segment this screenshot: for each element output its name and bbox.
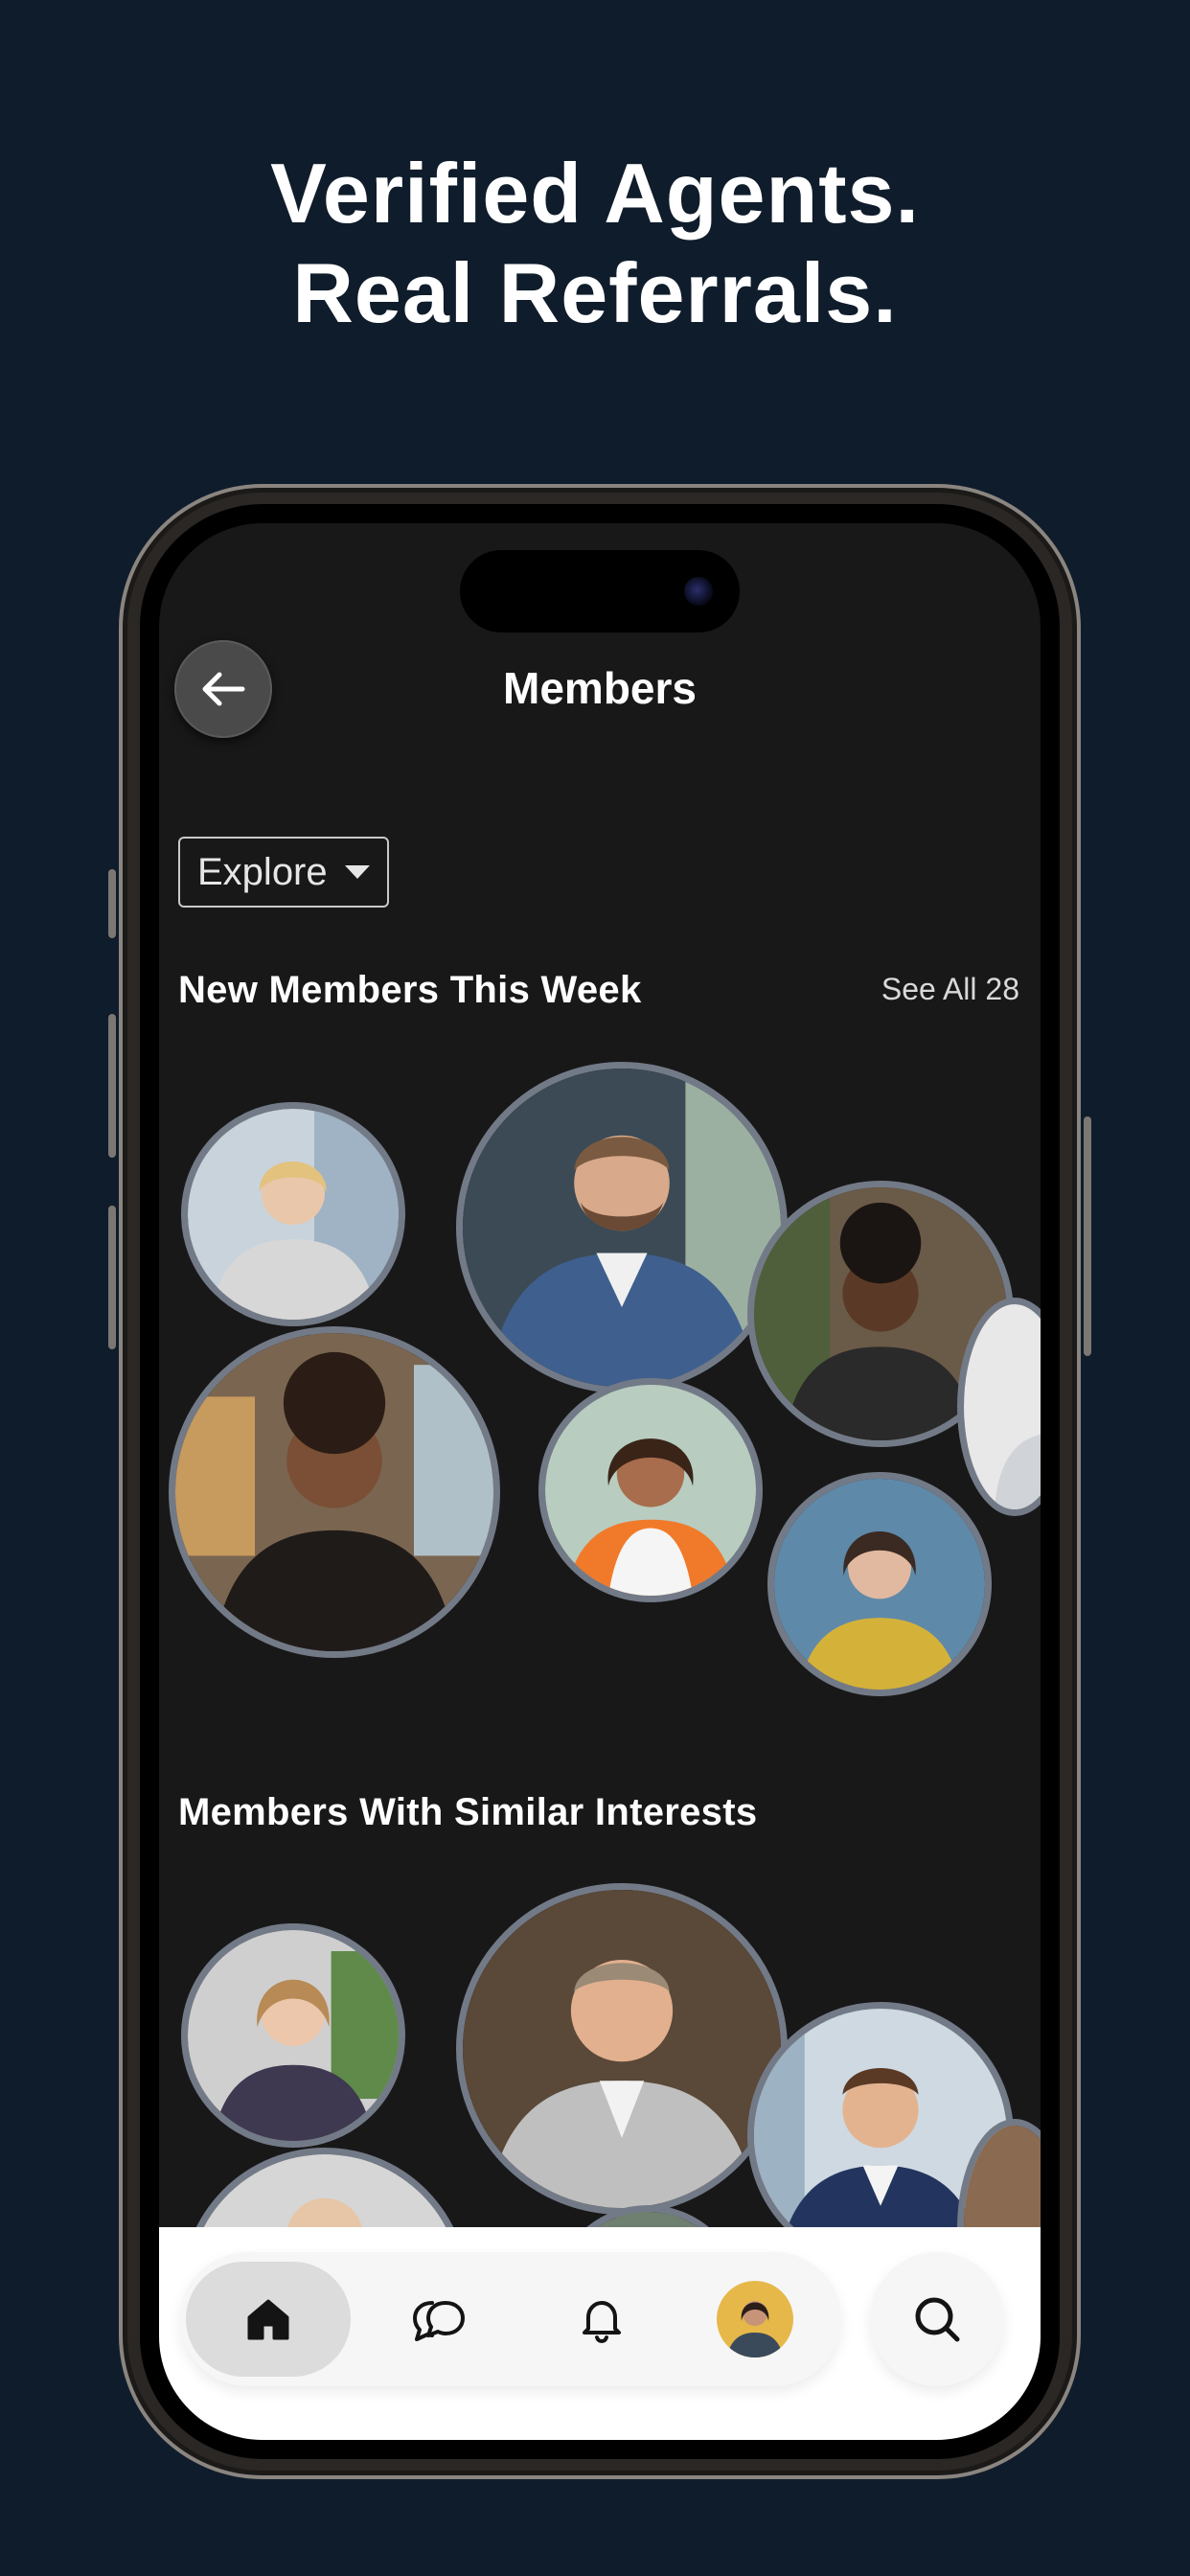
tab-notifications[interactable]	[544, 2262, 659, 2377]
front-camera	[684, 577, 713, 606]
tab-messages[interactable]	[381, 2262, 496, 2377]
section-title-new-members: New Members This Week	[178, 969, 642, 1011]
tab-home[interactable]	[186, 2262, 351, 2377]
member-avatar[interactable]	[767, 1472, 992, 1696]
see-all-link[interactable]: See All 28	[881, 972, 1019, 1007]
member-avatar[interactable]	[181, 1102, 405, 1326]
profile-avatar	[717, 2281, 793, 2358]
headline-line-2: Real Referrals.	[292, 245, 898, 340]
headline-line-1: Verified Agents.	[270, 146, 920, 241]
member-photo	[545, 1385, 756, 1596]
search-button[interactable]	[870, 2252, 1004, 2386]
phone-volume-down-button	[108, 1206, 116, 1349]
explore-label: Explore	[197, 850, 328, 893]
bottom-bar	[159, 2227, 1041, 2440]
tab-profile[interactable]	[698, 2262, 812, 2377]
marketing-headline: Verified Agents. Real Referrals.	[0, 144, 1190, 343]
chat-bubbles-icon	[413, 2301, 465, 2341]
member-avatar[interactable]	[181, 1923, 405, 2148]
member-avatar[interactable]	[169, 1326, 500, 1658]
member-photo	[463, 1069, 781, 1387]
phone-volume-up-button	[108, 1014, 116, 1158]
member-avatar[interactable]	[456, 1062, 788, 1393]
member-avatar[interactable]	[456, 1883, 788, 2215]
member-photo	[188, 1930, 399, 2141]
member-photo	[774, 1479, 985, 1690]
tab-bar	[180, 2252, 841, 2386]
explore-dropdown[interactable]: Explore	[178, 837, 389, 908]
phone-side-button	[108, 869, 116, 938]
section-title-similar-interests: Members With Similar Interests	[178, 1791, 758, 1833]
member-photo	[964, 1304, 1041, 1509]
dynamic-island	[460, 550, 740, 632]
search-icon	[915, 2297, 960, 2342]
member-photo	[463, 1890, 781, 2208]
page-title: Members	[503, 663, 697, 713]
member-avatar[interactable]	[538, 1378, 763, 1602]
bell-icon	[583, 2301, 621, 2344]
phone-power-button	[1084, 1116, 1091, 1356]
caret-down-icon	[344, 865, 370, 879]
member-photo	[175, 1333, 493, 1651]
home-icon	[247, 2299, 289, 2340]
member-photo	[188, 1109, 399, 1320]
app-screen: Members Explore New Members This Week Se…	[159, 523, 1041, 2440]
